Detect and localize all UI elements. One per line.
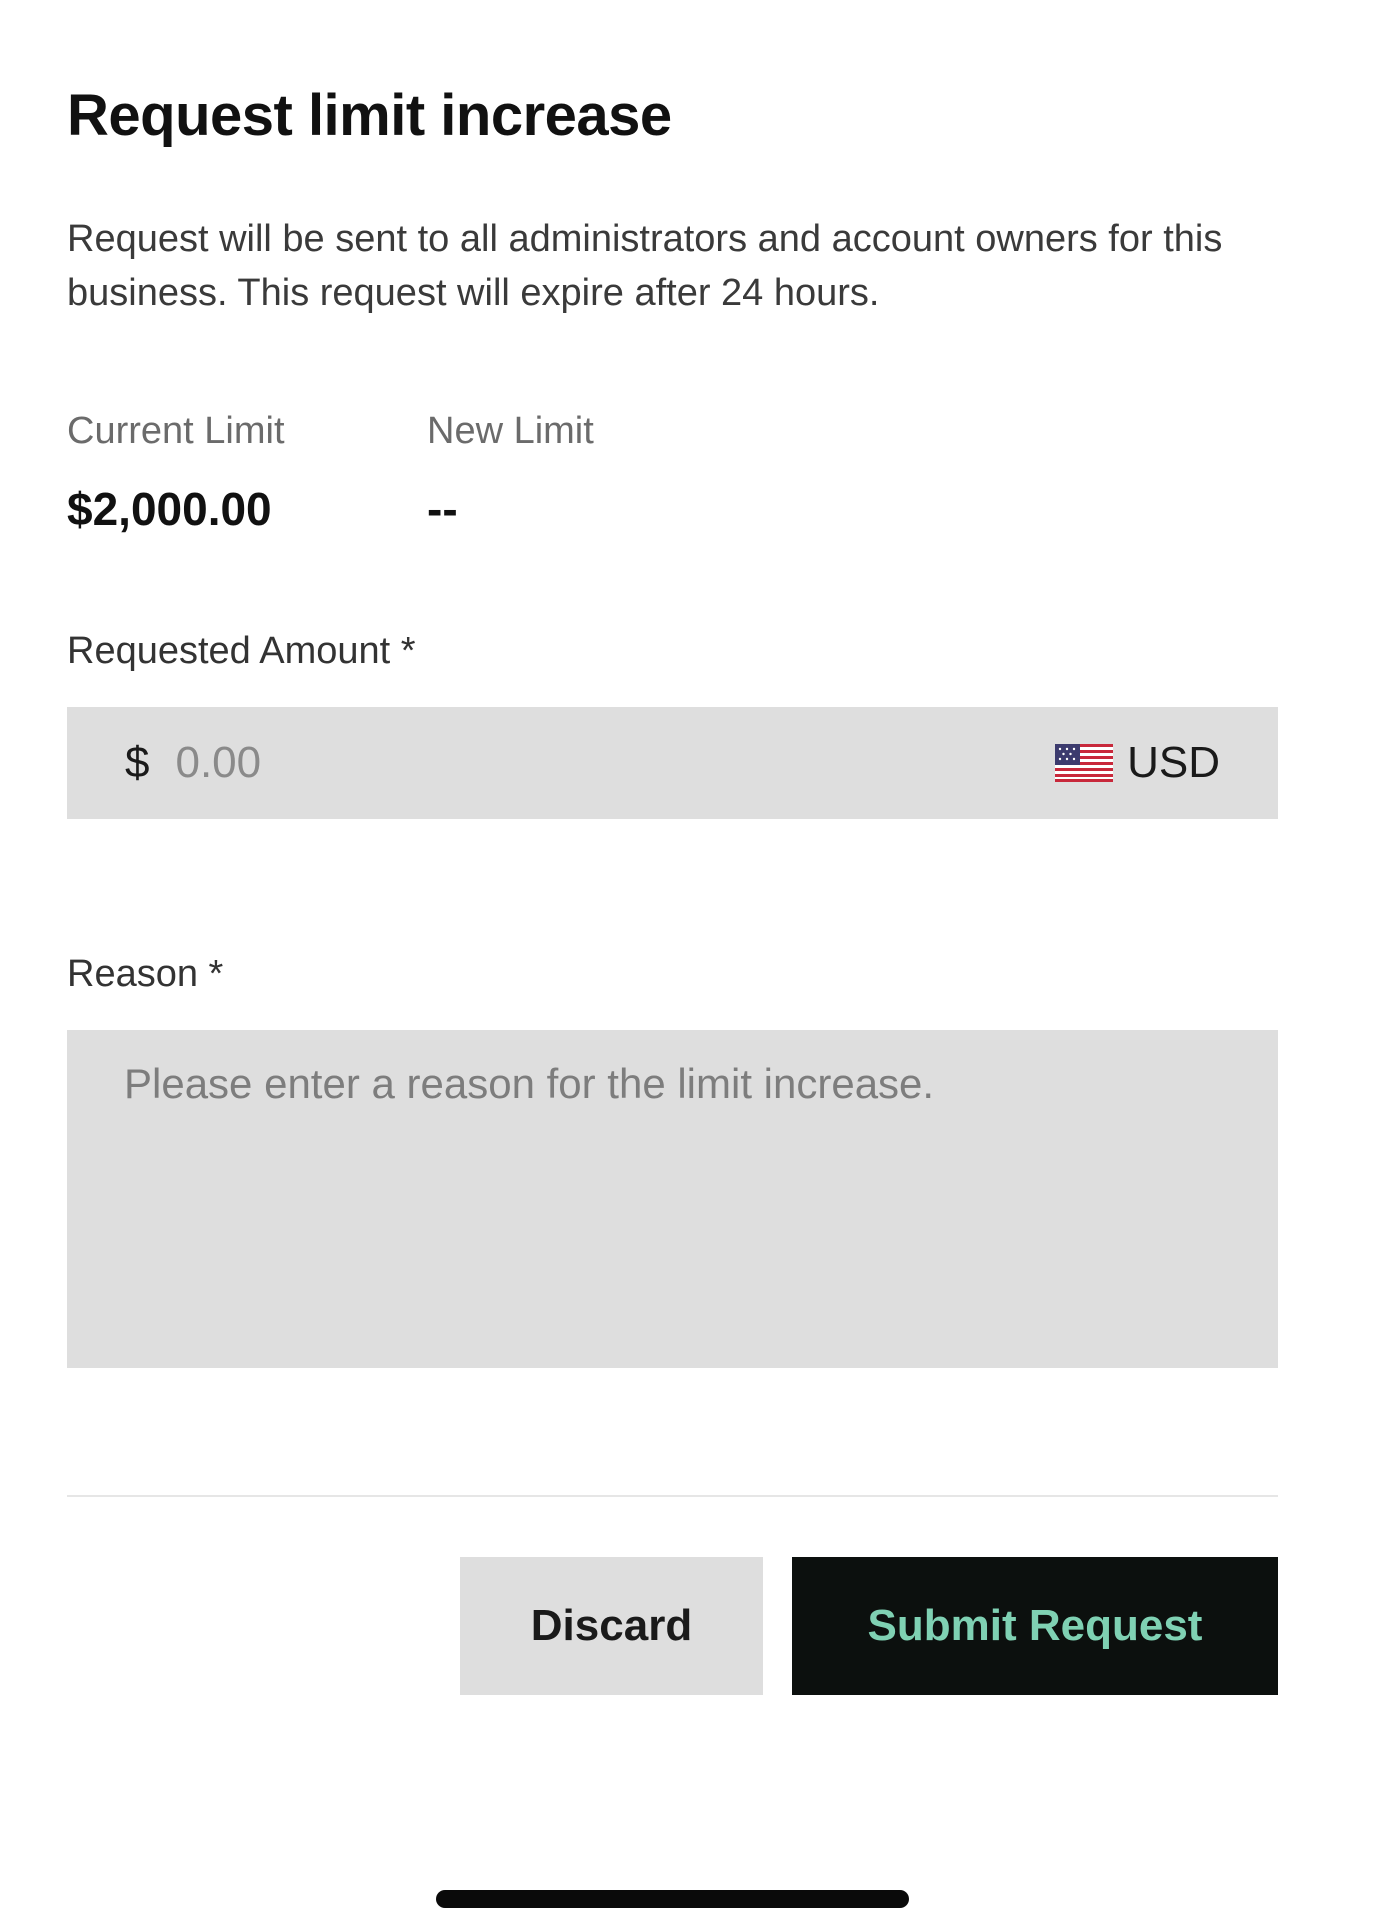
currency-code: USD	[1127, 738, 1220, 787]
currency-symbol: $	[125, 738, 150, 787]
page-title: Request limit increase	[67, 83, 672, 148]
divider	[67, 1495, 1278, 1497]
us-flag-icon	[1055, 744, 1114, 782]
submit-request-button[interactable]: Submit Request	[792, 1557, 1278, 1695]
current-limit-value: $2,000.00	[67, 483, 272, 535]
reason-textarea[interactable]	[67, 1030, 1278, 1368]
new-limit-value: --	[427, 483, 458, 535]
discard-button[interactable]: Discard	[460, 1557, 763, 1695]
reason-label: Reason *	[67, 953, 224, 995]
current-limit-label: Current Limit	[67, 410, 285, 452]
requested-amount-label: Requested Amount *	[67, 630, 416, 672]
page-description: Request will be sent to all administrato…	[67, 218, 1223, 314]
currency-selector[interactable]: USD	[1055, 738, 1220, 788]
new-limit-label: New Limit	[427, 410, 594, 452]
home-indicator	[436, 1890, 909, 1908]
requested-amount-field[interactable]: $ USD	[67, 707, 1278, 819]
requested-amount-input[interactable]	[175, 738, 1056, 788]
